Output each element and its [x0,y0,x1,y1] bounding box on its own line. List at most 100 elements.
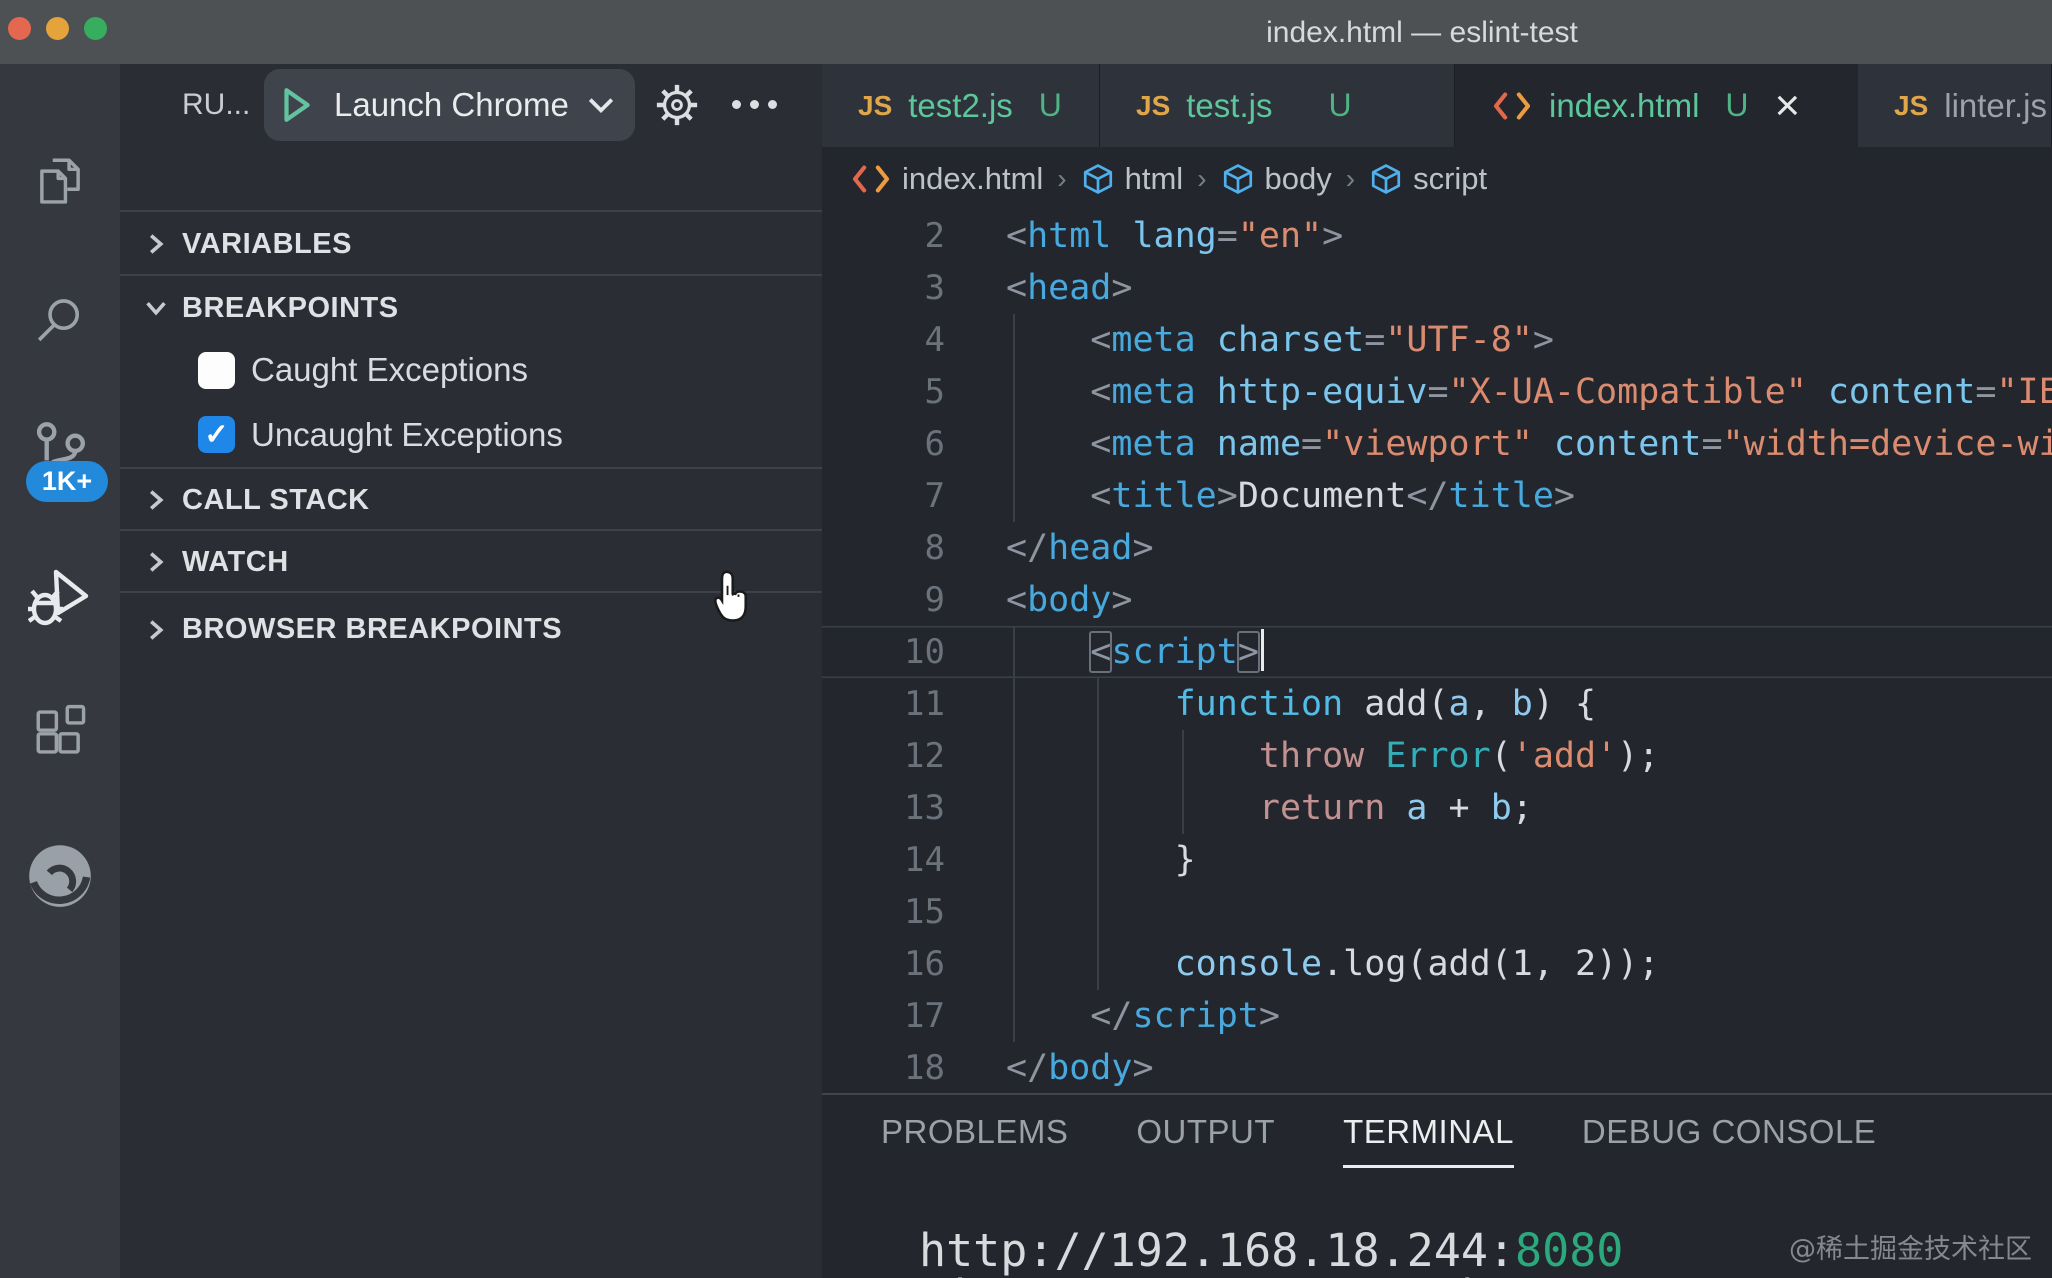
code-line-16[interactable]: 16 console.log(add(1, 2)); [822,938,2052,990]
panel-tab-output[interactable]: OUTPUT [1136,1113,1275,1168]
gear-icon[interactable] [654,82,700,128]
line-number: 3 [822,262,945,314]
activity-bar: 1K+ [0,64,120,1278]
tab-index.html[interactable]: index.html U × [1455,64,1858,147]
code-line-13[interactable]: 13 return a + b; [822,782,2052,834]
code-line-9[interactable]: 9<body> [822,574,2052,626]
breadcrumb-item-script[interactable]: script [1369,161,1487,197]
code-line-2[interactable]: 2<html lang="en"> [822,210,2052,262]
section-header-variables[interactable]: VARIABLES [120,210,822,276]
code-line-7[interactable]: 7 <title>Document</title> [822,470,2052,522]
line-content: <body> [945,574,1132,626]
section-header-browser-breakpoints[interactable]: BROWSER BREAKPOINTS [120,591,822,666]
line-number: 4 [822,314,945,366]
close-window-button[interactable] [8,17,31,40]
symbol-cube-icon [1081,162,1115,196]
panel-tab-bar: PROBLEMS OUTPUT TERMINAL DEBUG CONSOLE [881,1113,1876,1168]
panel-tab-terminal[interactable]: TERMINAL [1343,1113,1514,1168]
javascript-file-icon: JS [1136,90,1170,122]
line-number: 12 [822,730,945,782]
code-line-6[interactable]: 6 <meta name="viewport" content="width=d… [822,418,2052,470]
launch-config-button[interactable]: Launch Chrome [264,69,635,141]
code-line-4[interactable]: 4 <meta charset="UTF-8"> [822,314,2052,366]
chevron-right-icon [144,232,168,256]
section-label: BROWSER BREAKPOINTS [182,613,562,646]
line-number: 10 [822,626,945,678]
watermark: @稀土掘金技术社区 [1789,1227,2032,1266]
breadcrumb: index.html›html›body›script [822,147,2052,210]
line-content: <meta name="viewport" content="width=dev… [945,418,2052,470]
git-untracked-badge: U [1725,87,1748,124]
source-control-badge: 1K+ [26,461,108,502]
line-content: <head> [945,262,1132,314]
symbol-cube-icon [1221,162,1255,196]
checkbox-label: Caught Exceptions [251,351,528,389]
chevron-down-icon [144,296,168,320]
text-caret [1261,629,1265,671]
line-content: console.log(add(1, 2)); [945,938,1659,990]
breadcrumb-separator: › [1057,163,1066,195]
line-content [945,886,1006,938]
line-content: throw Error('add'); [945,730,1659,782]
explorer-icon[interactable] [0,142,120,222]
run-debug-sidebar: RU... Launch Chrome VARIABLESBREAKPOINTS… [120,64,822,1278]
section-header-watch[interactable]: WATCH [120,529,822,593]
code-editor[interactable]: 2<html lang="en">3<head>4 <meta charset=… [822,210,2052,1093]
search-icon[interactable] [0,280,120,360]
debug-icon[interactable] [0,556,120,636]
code-line-10[interactable]: 10 <script> [822,626,2052,678]
checkbox[interactable] [198,352,235,389]
minimize-window-button[interactable] [46,17,69,40]
breadcrumb-separator: › [1197,163,1206,195]
start-debug-icon[interactable] [280,86,312,124]
tab-label: index.html [1549,87,1699,125]
panel-tab-problems[interactable]: PROBLEMS [881,1113,1068,1168]
javascript-file-icon: JS [1894,90,1928,122]
code-line-3[interactable]: 3<head> [822,262,2052,314]
section-header-breakpoints[interactable]: BREAKPOINTS [120,274,822,340]
line-content: <meta charset="UTF-8"> [945,314,1554,366]
line-content: } [945,834,1196,886]
tab-test2.js[interactable]: JStest2.jsU [822,64,1100,147]
checkbox-label: Uncaught Exceptions [251,416,563,454]
line-content: <meta http-equiv="X-UA-Compatible" conte… [945,366,2052,418]
code-line-17[interactable]: 17 </script> [822,990,2052,1042]
symbol-cube-icon [1369,162,1403,196]
chevron-down-icon[interactable] [587,96,615,114]
line-number: 9 [822,574,945,626]
tab-test.js[interactable]: JStest.jsU [1100,64,1455,147]
editor-group: JStest2.jsU JS test.js Uindex.html U ×JSlinte… [822,64,2052,1278]
code-line-14[interactable]: 14 } [822,834,2052,886]
extensions-icon[interactable] [0,692,120,772]
code-line-11[interactable]: 11 function add(a, b) { [822,678,2052,730]
tab-linter.js[interactable]: JSlinter.js [1858,64,2052,147]
breadcrumb-label: html [1125,161,1184,197]
code-line-8[interactable]: 8</head> [822,522,2052,574]
source-control-icon[interactable]: 1K+ [0,409,120,489]
code-line-15[interactable]: 15 [822,886,2052,938]
line-content: <html lang="en"> [945,210,1343,262]
code-line-12[interactable]: 12 throw Error('add'); [822,730,2052,782]
line-content: <script> [945,626,1264,678]
close-tab-icon[interactable]: × [1775,84,1801,128]
section-header-call-stack[interactable]: CALL STACK [120,467,822,531]
window-title: index.html — eslint-test [1266,16,1578,50]
tab-bar: JStest2.jsU JS test.js Uindex.html U ×JSlinte… [822,64,2052,147]
more-actions-icon[interactable] [732,100,777,109]
checkbox[interactable]: ✓ [198,416,235,453]
tab-label: test.js [1186,87,1272,125]
breakpoint-item-uncaught-exceptions[interactable]: ✓ Uncaught Exceptions [120,402,822,467]
panel-tab-debug-console[interactable]: DEBUG CONSOLE [1582,1113,1876,1168]
line-number: 15 [822,886,945,938]
breadcrumb-item-body[interactable]: body [1221,161,1332,197]
zoom-window-button[interactable] [84,17,107,40]
breakpoint-item-caught-exceptions[interactable]: Caught Exceptions [120,338,822,402]
code-line-18[interactable]: 18</body> [822,1042,2052,1094]
breadcrumb-item-html[interactable]: html [1081,161,1184,197]
debug-toolbar: RU... Launch Chrome [120,64,822,146]
line-number: 18 [822,1042,945,1094]
breadcrumb-item-index.html[interactable]: index.html [850,161,1043,197]
edge-icon[interactable] [0,836,120,916]
line-number: 16 [822,938,945,990]
code-line-5[interactable]: 5 <meta http-equiv="X-UA-Compatible" con… [822,366,2052,418]
